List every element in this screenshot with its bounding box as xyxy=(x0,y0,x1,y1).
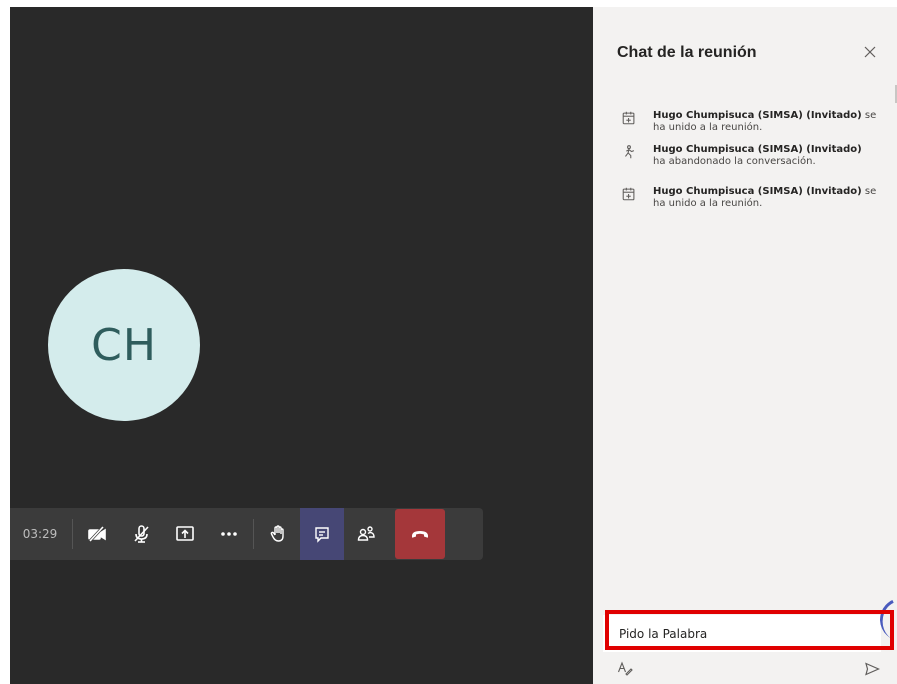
chat-event-message: Hugo Chumpisuca (SIMSA) (Invitado) ha ab… xyxy=(621,144,877,168)
avatar-initials: CH xyxy=(91,319,157,371)
call-toolbar: 03:29 xyxy=(10,508,483,560)
chat-panel-title: Chat de la reunión xyxy=(617,44,757,61)
camera-off-icon xyxy=(88,525,106,543)
camera-toggle-button[interactable] xyxy=(75,508,119,560)
toolbar-separator xyxy=(253,519,254,549)
chat-icon xyxy=(315,527,329,543)
format-icon[interactable] xyxy=(617,660,633,676)
chat-toggle-button[interactable] xyxy=(300,508,344,560)
hang-up-icon xyxy=(412,531,428,538)
video-stage: CH 03:29 xyxy=(10,7,593,684)
participant-avatar: CH xyxy=(48,269,200,421)
participants-button[interactable] xyxy=(344,508,388,560)
hang-up-button[interactable] xyxy=(395,509,445,559)
toolbar-separator xyxy=(72,519,73,549)
mic-off-icon xyxy=(134,525,149,543)
participant-name: Hugo Chumpisuca (SIMSA) (Invitado) xyxy=(653,110,862,121)
left-icon xyxy=(621,144,639,162)
raise-hand-icon xyxy=(270,525,284,542)
raise-hand-button[interactable] xyxy=(256,508,300,560)
close-icon[interactable] xyxy=(861,43,879,61)
more-options-button[interactable] xyxy=(207,508,251,560)
participant-name: Hugo Chumpisuca (SIMSA) (Invitado) xyxy=(653,144,862,155)
joined-icon xyxy=(621,110,639,128)
chat-event-text: Hugo Chumpisuca (SIMSA) (Invitado) se ha… xyxy=(653,186,877,210)
send-icon[interactable] xyxy=(864,661,880,677)
share-screen-button[interactable] xyxy=(163,508,207,560)
more-icon xyxy=(221,532,237,536)
mic-toggle-button[interactable] xyxy=(119,508,163,560)
chat-panel: Chat de la reunión Hugo Chumpisuca (SIMS… xyxy=(593,7,897,684)
participant-name: Hugo Chumpisuca (SIMSA) (Invitado) xyxy=(653,186,862,197)
share-screen-icon xyxy=(176,526,194,541)
chat-event-text: Hugo Chumpisuca (SIMSA) (Invitado) se ha… xyxy=(653,110,877,134)
message-input[interactable]: Pido la Palabra xyxy=(619,627,707,641)
event-text: ha abandonado la conversación. xyxy=(653,156,816,167)
chat-event-message: Hugo Chumpisuca (SIMSA) (Invitado) se ha… xyxy=(621,186,877,210)
joined-icon xyxy=(621,186,639,204)
chat-event-message: Hugo Chumpisuca (SIMSA) (Invitado) se ha… xyxy=(621,110,877,134)
participants-icon xyxy=(357,526,375,541)
call-timer: 03:29 xyxy=(22,527,58,541)
chat-event-text: Hugo Chumpisuca (SIMSA) (Invitado) ha ab… xyxy=(653,144,877,168)
